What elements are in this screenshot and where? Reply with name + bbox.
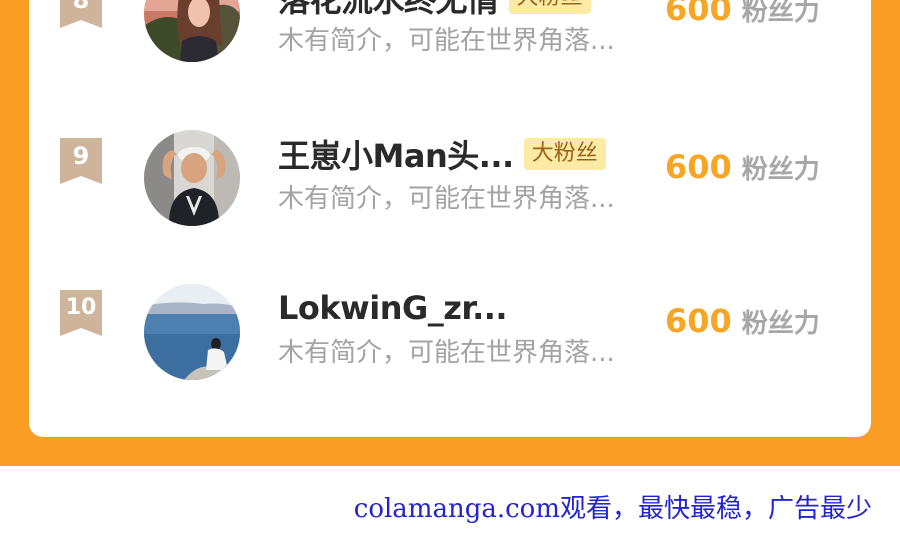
avatar[interactable] (144, 130, 240, 226)
fan-power-unit: 粉丝力 (741, 155, 820, 185)
rank-number: 9 (72, 142, 90, 170)
fan-power-value: 600 (665, 148, 732, 186)
fan-power-unit: 粉丝力 (741, 309, 820, 339)
leaderboard-row-9[interactable]: 9 王崽小Man头... 大粉丝 木有简介，可能在世界角落... 600 粉丝力 (29, 128, 871, 238)
user-intro: 木有简介，可能在世界角落... (278, 338, 615, 368)
rank-number: 8 (72, 0, 90, 14)
name-line: 王崽小Man头... 大粉丝 (278, 132, 606, 176)
fan-level-badge: 大粉丝 (508, 0, 591, 14)
screen: 8 落花流水终无情 大粉丝 木有简介，可能在世界角落... (0, 0, 900, 542)
user-name[interactable]: LokwinG_zr... (278, 289, 508, 327)
name-line: 落花流水终无情 大粉丝 (278, 0, 591, 20)
user-name[interactable]: 王崽小Man头... (278, 131, 514, 177)
user-intro: 木有简介，可能在世界角落... (278, 184, 615, 214)
fan-power: 600 粉丝力 (665, 302, 820, 340)
fan-power: 600 粉丝力 (665, 0, 820, 28)
leaderboard-row-10[interactable]: 10 LokwinG_zr... 木有简介，可能在世界角落... 600 粉丝力 (29, 282, 871, 392)
name-line: LokwinG_zr... (278, 286, 508, 330)
fan-power-unit: 粉丝力 (741, 0, 820, 27)
avatar[interactable] (144, 0, 240, 62)
avatar[interactable] (144, 284, 240, 380)
fan-power: 600 粉丝力 (665, 148, 820, 186)
rank-number: 10 (65, 295, 97, 320)
user-name[interactable]: 落花流水终无情 (278, 0, 499, 21)
rank-ribbon-icon: 10 (60, 290, 102, 336)
rank-ribbon-icon: 8 (60, 0, 102, 28)
fan-power-value: 600 (665, 0, 732, 28)
leaderboard-row-8[interactable]: 8 落花流水终无情 大粉丝 木有简介，可能在世界角落... (29, 0, 871, 78)
user-intro: 木有简介，可能在世界角落... (278, 26, 615, 56)
rank-ribbon-icon: 9 (60, 138, 102, 184)
fan-level-badge: 大粉丝 (523, 138, 606, 170)
fan-power-value: 600 (665, 302, 732, 340)
leaderboard-card: 8 落花流水终无情 大粉丝 木有简介，可能在世界角落... (29, 0, 871, 437)
site-watermark: colamanga.com观看，最快最稳，广告最少 (353, 494, 872, 524)
